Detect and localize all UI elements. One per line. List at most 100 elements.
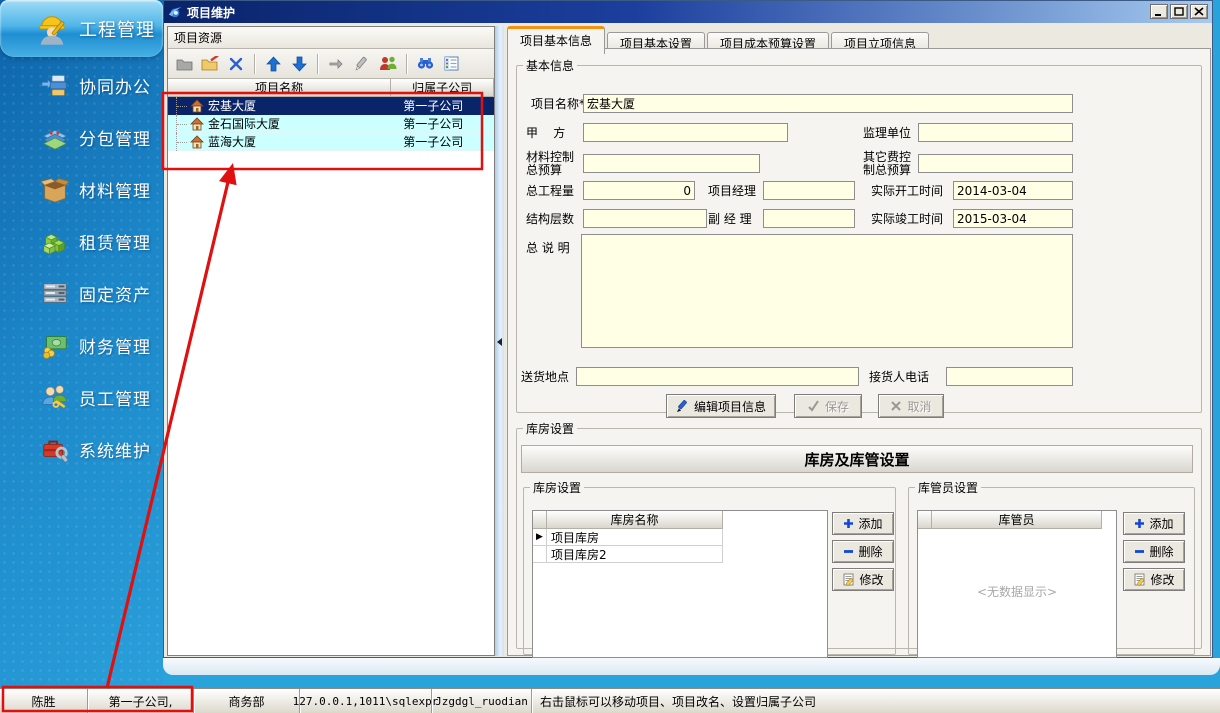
pointer-hand-icon[interactable]	[325, 53, 347, 75]
sidebar-item-subcontract[interactable]: 分包管理	[0, 114, 163, 160]
keeper-column-header[interactable]: 库管员	[932, 511, 1102, 529]
collapse-left-icon	[497, 338, 502, 346]
keeper-add-button[interactable]: 添加	[1123, 512, 1185, 535]
move-down-icon[interactable]	[288, 53, 310, 75]
status-user: 陈胜	[0, 689, 88, 713]
sidebar-item-label: 系统维护	[79, 437, 151, 462]
project-row-jinshi[interactable]: 金石国际大厦 第一子公司	[168, 115, 494, 133]
sidebar-item-system[interactable]: 系统维护	[0, 426, 163, 472]
keeper-add-label: 添加	[1149, 515, 1173, 532]
window-controls	[1150, 4, 1208, 19]
cancel-x-icon	[890, 400, 902, 412]
open-folder-icon[interactable]	[173, 53, 195, 75]
details-grid-icon[interactable]	[440, 53, 462, 75]
column-header-project-name[interactable]: 项目名称	[168, 79, 391, 97]
save-button[interactable]: 保存	[794, 394, 862, 418]
warehouse-table-header: 库房名称	[533, 511, 827, 529]
warehouse-remove-button[interactable]: 删除	[832, 540, 894, 563]
project-table-header: 项目名称 归属子公司	[168, 79, 494, 97]
maximize-icon[interactable]	[1170, 4, 1188, 19]
structure-floors-label: 结构层数	[526, 213, 574, 226]
basic-info-group-title: 基本信息	[523, 57, 577, 74]
sidebar-item-fixed-assets[interactable]: 固定资产	[0, 270, 163, 316]
general-notes-label: 总 说 明	[526, 242, 570, 255]
panel-splitter[interactable]	[495, 26, 504, 656]
supervision-unit-input[interactable]	[918, 123, 1073, 142]
keeper-remove-button[interactable]: 删除	[1123, 540, 1185, 563]
warehouse-add-button[interactable]: 添加	[832, 512, 894, 535]
project-manager-input[interactable]	[763, 181, 855, 200]
warehouse-row[interactable]: 项目库房2	[533, 546, 827, 563]
actual-finish-date-input[interactable]	[953, 209, 1073, 228]
general-notes-textarea[interactable]	[581, 234, 1073, 348]
edit-project-button-label: 编辑项目信息	[694, 398, 766, 415]
keeper-table: 库管员 <无数据显示>	[917, 510, 1117, 658]
materials-box-icon	[40, 174, 70, 204]
sidebar-item-collaboration[interactable]: 协同办公	[0, 62, 163, 108]
users-icon[interactable]	[377, 53, 399, 75]
sidebar-item-finance[interactable]: 财务管理	[0, 322, 163, 368]
sidebar-item-engineering[interactable]: 工程管理	[0, 0, 163, 57]
tab-basic-info[interactable]: 项目基本信息	[507, 26, 605, 54]
keeper-modify-button[interactable]: 修改	[1123, 568, 1185, 591]
minimize-icon[interactable]	[1150, 4, 1168, 19]
keeper-list-title: 库管员设置	[915, 479, 981, 496]
sidebar-item-label: 固定资产	[79, 281, 151, 306]
current-row-marker: ▶	[533, 529, 547, 546]
sidebar-item-materials[interactable]: 材料管理	[0, 166, 163, 212]
sidebar-item-label: 材料管理	[79, 177, 151, 202]
warehouse-row[interactable]: ▶ 项目库房	[533, 529, 827, 546]
project-name-input[interactable]	[583, 94, 1073, 113]
total-quantity-input[interactable]	[583, 181, 695, 200]
minus-icon	[843, 546, 854, 557]
panel-title: 项目资源	[168, 27, 494, 49]
project-row-hongji[interactable]: 宏基大厦 第一子公司	[168, 97, 494, 115]
check-icon	[807, 400, 820, 412]
sidebar-item-label: 工程管理	[79, 16, 155, 42]
move-up-icon[interactable]	[262, 53, 284, 75]
sidebar-item-leasing[interactable]: 租赁管理	[0, 218, 163, 264]
collaboration-office-icon	[40, 70, 70, 100]
delivery-address-input[interactable]	[576, 367, 859, 386]
edit-project-button[interactable]: 编辑项目信息	[666, 394, 776, 418]
sidebar-item-employees[interactable]: 员工管理	[0, 374, 163, 420]
cancel-button[interactable]: 取消	[878, 394, 944, 418]
project-toolbar	[168, 49, 494, 79]
warehouse-modify-button[interactable]: 修改	[832, 568, 894, 591]
sidebar-item-label: 员工管理	[79, 385, 151, 410]
edit-folder-icon[interactable]	[199, 53, 221, 75]
blue-pen-icon	[676, 400, 689, 413]
status-server: 127.0.0.1,1011\sqlexpr	[300, 689, 432, 713]
close-icon[interactable]	[1190, 4, 1208, 19]
delete-x-icon[interactable]	[225, 53, 247, 75]
project-company: 第一子公司	[391, 97, 494, 115]
actual-start-date-input[interactable]	[953, 181, 1073, 200]
toolbar-separator	[406, 54, 407, 74]
window-swirl-icon	[168, 5, 182, 19]
warehouse-list-group: 库房设置 库房名称 ▶ 项目库房	[523, 479, 896, 655]
keeper-remove-label: 删除	[1149, 543, 1173, 560]
search-binoculars-icon[interactable]	[414, 53, 436, 75]
warehouse-name: 项目库房	[547, 529, 723, 546]
minus-icon	[1134, 546, 1145, 557]
project-row-lanhai[interactable]: 蓝海大厦 第一子公司	[168, 133, 494, 151]
structure-floors-input[interactable]	[583, 209, 707, 228]
tree-connector	[176, 97, 190, 115]
party-a-input[interactable]	[583, 123, 788, 142]
modify-note-icon	[1133, 573, 1146, 586]
edit-pencil-icon[interactable]	[351, 53, 373, 75]
project-name: 金石国际大厦	[208, 115, 280, 132]
material-budget-input[interactable]	[583, 154, 760, 173]
column-header-subsidiary[interactable]: 归属子公司	[391, 79, 494, 97]
row-marker	[533, 546, 547, 563]
receiver-phone-input[interactable]	[946, 367, 1073, 386]
leasing-cubes-icon	[40, 226, 70, 256]
cancel-button-label: 取消	[907, 398, 931, 415]
deputy-manager-input[interactable]	[763, 209, 855, 228]
plus-icon	[843, 518, 854, 529]
sidebar-item-label: 协同办公	[79, 73, 151, 98]
warehouse-settings-group: 库房设置 库房及库管设置 库房设置 库房名称 ▶ 项目库房	[516, 420, 1202, 649]
other-fee-budget-input[interactable]	[918, 154, 1073, 173]
status-department: 商务部	[194, 689, 300, 713]
warehouse-name-column-header[interactable]: 库房名称	[547, 511, 723, 529]
